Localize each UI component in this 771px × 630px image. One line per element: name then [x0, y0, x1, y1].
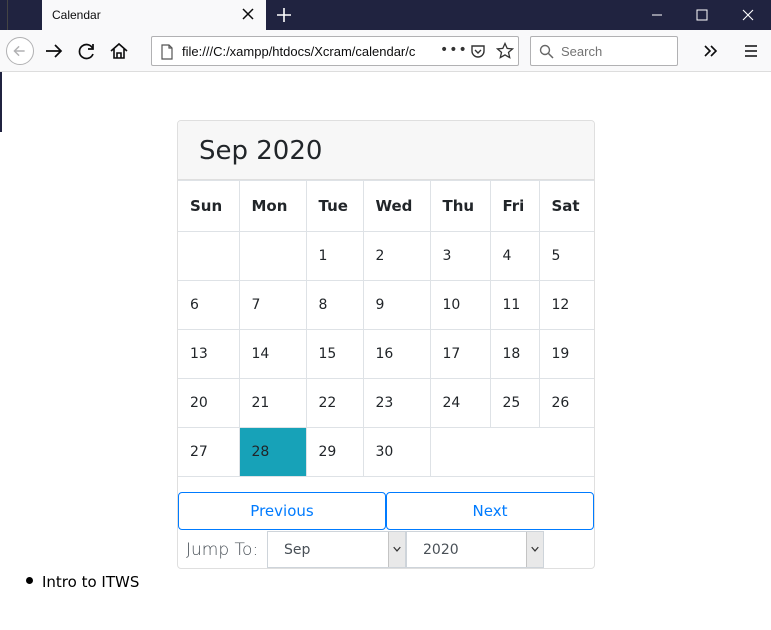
day-cell[interactable]: 2	[362, 231, 431, 281]
close-window-icon[interactable]	[725, 0, 771, 30]
reload-icon[interactable]	[73, 37, 101, 65]
day-cell[interactable]: 22	[305, 378, 364, 428]
day-cell[interactable]: 21	[238, 378, 307, 428]
page-icon	[161, 44, 173, 60]
day-cell[interactable]: 23	[362, 378, 431, 428]
week-row: 27 28 29 30	[178, 427, 594, 477]
pocket-icon[interactable]	[470, 43, 486, 59]
month-select[interactable]: Sep	[267, 531, 406, 568]
list-item[interactable]: Intro to ITWS	[26, 573, 139, 591]
day-cell[interactable]: 3	[429, 231, 491, 281]
new-tab-icon[interactable]	[274, 5, 294, 25]
day-cell[interactable]: 20	[178, 378, 240, 428]
day-cell[interactable]: 24	[429, 378, 491, 428]
search-placeholder[interactable]: Search	[561, 44, 602, 59]
day-cell[interactable]: 11	[489, 280, 540, 330]
week-row: 1 2 3 4 5	[178, 231, 594, 281]
weekday-thu: Thu	[429, 180, 491, 232]
close-tab-icon[interactable]	[240, 6, 256, 22]
day-cell[interactable]: 12	[538, 280, 594, 330]
tab-title: Calendar	[52, 8, 101, 22]
day-cell[interactable]: 8	[305, 280, 364, 330]
month-select-value: Sep	[284, 542, 311, 558]
home-icon[interactable]	[105, 37, 133, 65]
day-cell[interactable]: 4	[489, 231, 540, 281]
next-button[interactable]: Next	[386, 492, 594, 530]
day-cell[interactable]: 1	[305, 231, 364, 281]
page-edge	[0, 72, 2, 132]
day-cell[interactable]: 15	[305, 329, 364, 379]
maximize-icon[interactable]	[679, 0, 725, 30]
address-bar[interactable]: file:///C:/xampp/htdocs/Xcram/calendar/c…	[151, 36, 519, 66]
weekday-wed: Wed	[362, 180, 431, 232]
forward-icon[interactable]	[40, 37, 68, 65]
jump-to-label: Jump To:	[186, 540, 259, 560]
month-year-title: Sep 2020	[199, 136, 323, 166]
link-intro-itws[interactable]: Intro to ITWS	[42, 573, 139, 591]
day-cell[interactable]: 13	[178, 329, 240, 379]
year-select[interactable]: 2020	[406, 531, 544, 568]
day-cell[interactable]: 7	[238, 280, 307, 330]
previous-button[interactable]: Previous	[178, 492, 386, 530]
weekday-sat: Sat	[538, 180, 594, 232]
day-cell[interactable]: 26	[538, 378, 594, 428]
day-cell[interactable]: 14	[238, 329, 307, 379]
week-row: 13 14 15 16 17 18 19	[178, 329, 594, 379]
weekday-header-row: Sun Mon Tue Wed Thu Fri Sat	[178, 180, 594, 232]
year-select-value: 2020	[423, 542, 459, 558]
weekday-tue: Tue	[305, 180, 364, 232]
search-icon	[539, 44, 554, 59]
weekday-fri: Fri	[489, 180, 540, 232]
page-actions-icon[interactable]: •••	[440, 42, 468, 58]
weekday-sun: Sun	[178, 180, 240, 232]
day-cell[interactable]: 9	[362, 280, 431, 330]
day-cell[interactable]: 6	[178, 280, 240, 330]
calendar-table: Sun Mon Tue Wed Thu Fri Sat 1 2 3 4 5 6	[178, 180, 594, 477]
day-cell[interactable]: 5	[538, 231, 594, 281]
week-row: 20 21 22 23 24 25 26	[178, 378, 594, 428]
day-cell[interactable]: 18	[489, 329, 540, 379]
bullet-icon	[26, 577, 33, 584]
day-cell[interactable]: 27	[178, 427, 240, 477]
today-cell[interactable]: 28	[238, 427, 307, 477]
hamburger-menu-icon[interactable]	[737, 37, 765, 65]
link-list: Intro to ITWS	[26, 573, 139, 591]
weekday-mon: Mon	[238, 180, 307, 232]
calendar-header: Sep 2020	[178, 121, 594, 180]
day-cell	[178, 231, 240, 281]
search-bar[interactable]: Search	[530, 36, 678, 66]
day-cell[interactable]: 30	[362, 427, 431, 477]
overflow-chevron-icon[interactable]	[697, 37, 725, 65]
bookmark-star-icon[interactable]	[496, 42, 514, 60]
day-cell[interactable]: 19	[538, 329, 594, 379]
browser-tab[interactable]: Calendar	[42, 0, 266, 30]
calendar-card: Sep 2020 Sun Mon Tue Wed Thu Fri Sat 1 2…	[177, 120, 595, 569]
url-text[interactable]: file:///C:/xampp/htdocs/Xcram/calendar/c	[182, 44, 438, 59]
tab-strip-edge	[0, 0, 8, 30]
day-cell[interactable]: 17	[429, 329, 491, 379]
back-icon[interactable]	[6, 37, 34, 65]
day-cell	[238, 231, 307, 281]
minimize-icon[interactable]	[634, 0, 680, 30]
week-row: 6 7 8 9 10 11 12	[178, 280, 594, 330]
day-cell[interactable]: 29	[305, 427, 364, 477]
empty-cell	[429, 427, 594, 477]
day-cell[interactable]: 10	[429, 280, 491, 330]
calendar-body: 1 2 3 4 5 6 7 8 9 10 11 12 13 14 15 16 1…	[178, 231, 594, 477]
chevron-down-icon[interactable]	[526, 532, 543, 567]
day-cell[interactable]: 25	[489, 378, 540, 428]
nav-toolbar: file:///C:/xampp/htdocs/Xcram/calendar/c…	[0, 30, 771, 72]
chevron-down-icon[interactable]	[388, 532, 405, 567]
title-bar: Calendar	[0, 0, 771, 30]
day-cell[interactable]: 16	[362, 329, 431, 379]
